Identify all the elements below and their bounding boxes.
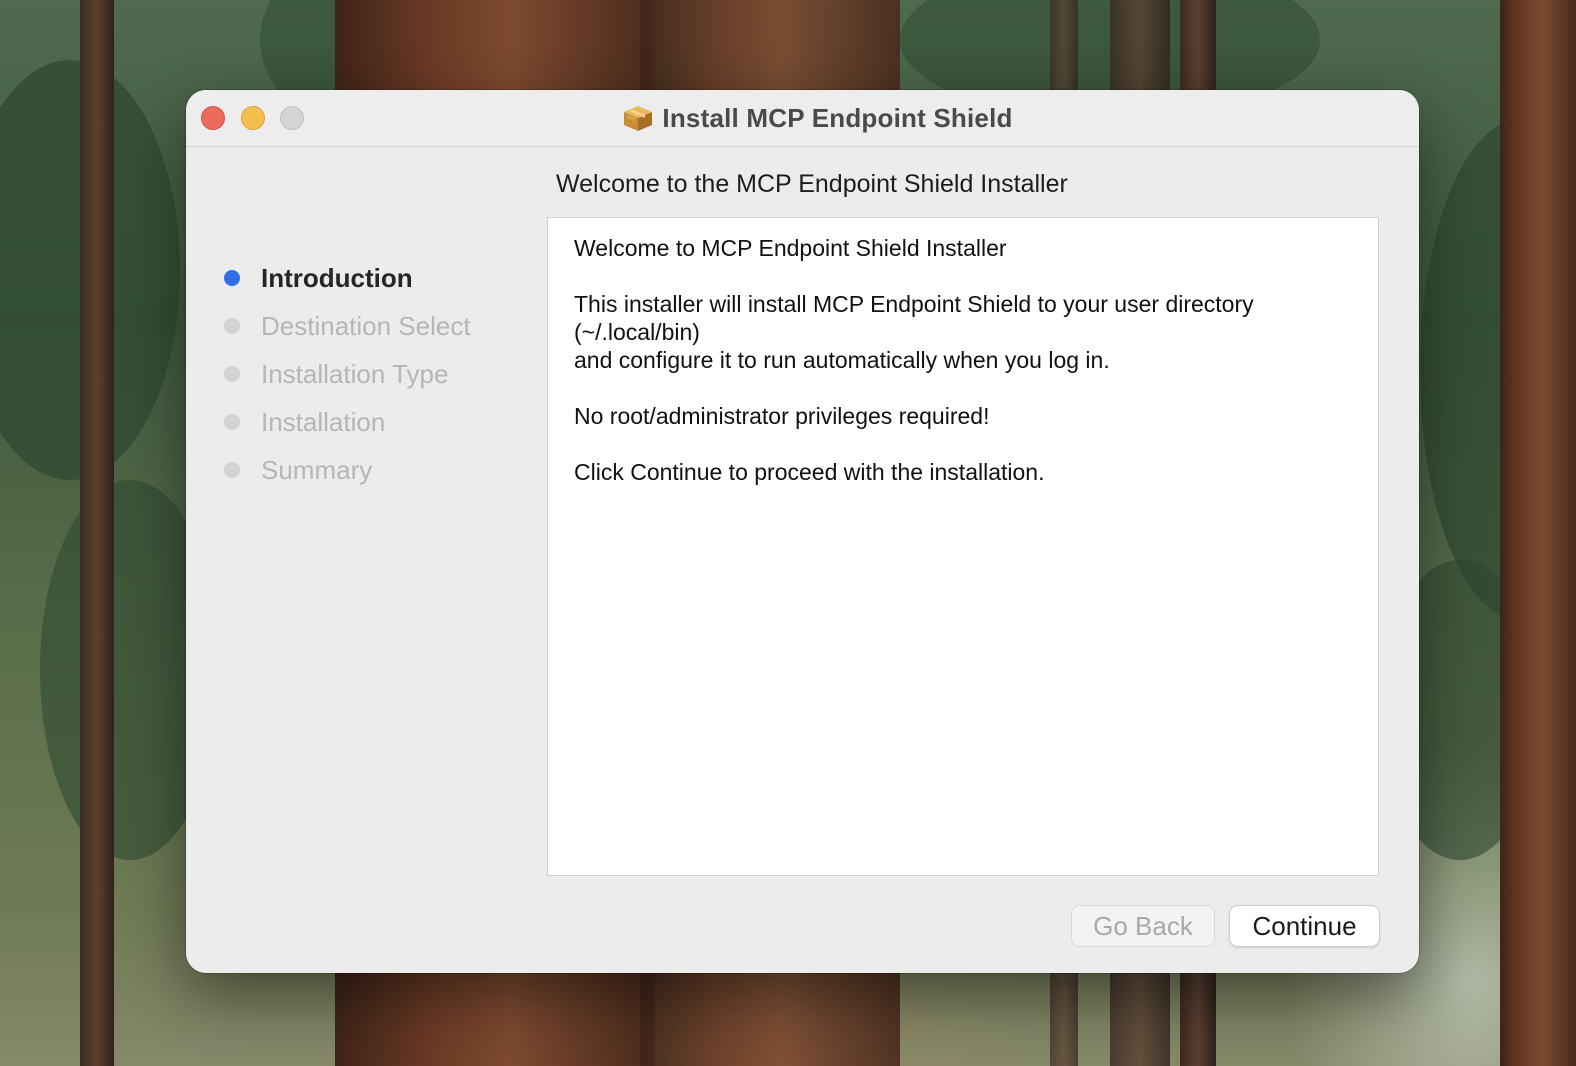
privileges-paragraph: No root/administrator privileges require… bbox=[574, 402, 1352, 430]
installer-steps: Introduction Destination Select Installa… bbox=[224, 254, 471, 494]
text-line: (~/.local/bin) bbox=[574, 319, 700, 345]
step-indicator-dot bbox=[224, 462, 240, 478]
step-summary: Summary bbox=[224, 446, 471, 494]
step-destination-select: Destination Select bbox=[224, 302, 471, 350]
step-indicator-dot bbox=[224, 414, 240, 430]
title-wrap: Install MCP Endpoint Shield bbox=[186, 90, 1419, 146]
continue-hint-paragraph: Click Continue to proceed with the insta… bbox=[574, 458, 1352, 486]
step-label: Introduction bbox=[261, 262, 413, 293]
step-installation-type: Installation Type bbox=[224, 350, 471, 398]
package-icon bbox=[624, 106, 653, 131]
text-line: No root/administrator privileges require… bbox=[574, 403, 990, 429]
installer-window: Install MCP Endpoint Shield Introduction… bbox=[186, 90, 1419, 973]
install-location-paragraph: This installer will install MCP Endpoint… bbox=[574, 290, 1352, 374]
welcome-paragraph: Welcome to MCP Endpoint Shield Installer bbox=[574, 234, 1352, 262]
go-back-button: Go Back bbox=[1071, 905, 1215, 947]
step-label: Installation Type bbox=[261, 358, 449, 389]
continue-button[interactable]: Continue bbox=[1229, 905, 1380, 947]
text-line: This installer will install MCP Endpoint… bbox=[574, 291, 1254, 317]
text-line: and configure it to run automatically wh… bbox=[574, 347, 1110, 373]
step-indicator-dot bbox=[224, 270, 240, 286]
step-indicator-dot bbox=[224, 318, 240, 334]
step-introduction: Introduction bbox=[224, 254, 471, 302]
step-label: Destination Select bbox=[261, 310, 471, 341]
step-label: Summary bbox=[261, 454, 373, 485]
welcome-text-pane[interactable]: Welcome to MCP Endpoint Shield Installer… bbox=[547, 217, 1379, 876]
step-indicator-dot bbox=[224, 366, 240, 382]
title-bar[interactable]: Install MCP Endpoint Shield bbox=[186, 90, 1419, 147]
page-heading: Welcome to the MCP Endpoint Shield Insta… bbox=[556, 170, 1068, 198]
text-line: Click Continue to proceed with the insta… bbox=[574, 459, 1045, 485]
step-installation: Installation bbox=[224, 398, 471, 446]
window-title: Install MCP Endpoint Shield bbox=[662, 102, 1013, 133]
welcome-line: Welcome to MCP Endpoint Shield Installer bbox=[574, 235, 1007, 261]
step-label: Installation bbox=[261, 406, 386, 437]
